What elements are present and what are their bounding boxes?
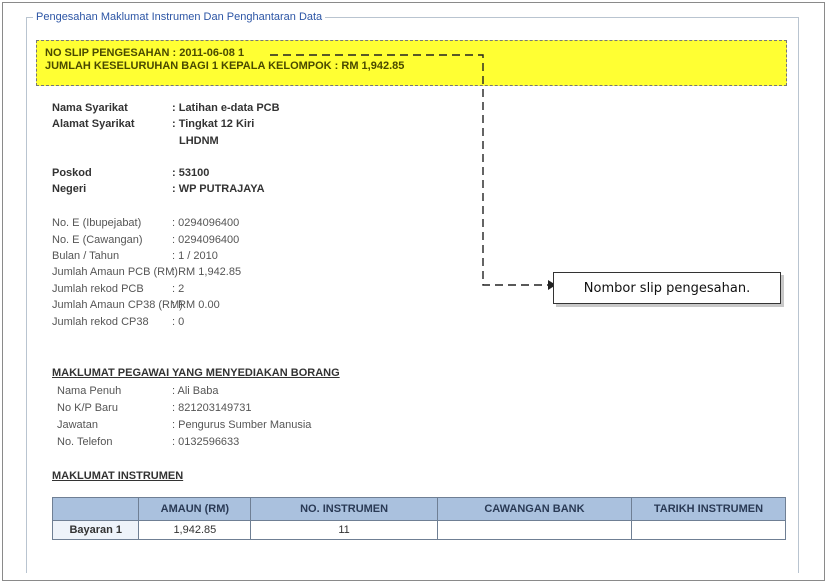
slip-number: NO SLIP PENGESAHAN : 2011-06-08 1: [45, 47, 245, 59]
instrument-table: AMAUN (RM) NO. INSTRUMEN CAWANGAN BANK T…: [51, 497, 787, 540]
slip-total: JUMLAH KESELURUHAN BAGI 1 KEPALA KELOMPO…: [45, 60, 405, 72]
table-cell: 11: [250, 520, 438, 540]
preparer-label: Jawatan: [57, 419, 98, 431]
state-label: Negeri: [52, 183, 87, 195]
company-address-value: : Tingkat 12 Kiri: [172, 118, 255, 130]
company-address-line2: LHDNM: [179, 135, 219, 147]
postcode-label: Poskod: [52, 167, 92, 179]
slip-summary-box: NO SLIP PENGESAHAN : 2011-06-08 1 JUMLAH…: [36, 40, 787, 86]
detail-label: No. E (Cawangan): [52, 234, 143, 246]
detail-value: : RM 1,942.85: [172, 266, 242, 278]
preparer-value: : 821203149731: [172, 402, 252, 414]
company-name-value: : Latihan e-data PCB: [172, 102, 280, 114]
table-cell: [436, 520, 632, 540]
section-legend: Pengesahan Maklumat Instrumen Dan Pengha…: [36, 11, 323, 23]
detail-label: Jumlah rekod CP38: [52, 316, 149, 328]
column-header: [51, 497, 140, 521]
column-header: NO. INSTRUMEN: [250, 497, 438, 521]
column-header: AMAUN (RM): [138, 497, 252, 521]
preparer-label: No. Telefon: [57, 436, 113, 448]
callout-text: Nombor slip pengesahan.: [583, 280, 751, 296]
detail-label: Jumlah Amaun CP38 (RM): [52, 299, 183, 311]
table-cell: 1,942.85: [138, 520, 252, 540]
detail-label: Bulan / Tahun: [52, 250, 120, 262]
detail-label: No. E (Ibupejabat): [52, 217, 142, 229]
preparer-section-title: MAKLUMAT PEGAWAI YANG MENYEDIAKAN BORANG: [52, 367, 340, 379]
preparer-value: : Pengurus Sumber Manusia: [172, 419, 312, 431]
table-cell: [630, 520, 787, 540]
instrument-table-header: AMAUN (RM) NO. INSTRUMEN CAWANGAN BANK T…: [51, 497, 787, 521]
detail-value: : 1 / 2010: [172, 250, 218, 262]
table-row: Bayaran 1 1,942.85 11: [51, 520, 787, 540]
preparer-label: Nama Penuh: [57, 385, 122, 397]
company-name-label: Nama Syarikat: [52, 102, 128, 114]
detail-label: Jumlah rekod PCB: [52, 283, 144, 295]
preparer-value: : Ali Baba: [172, 385, 219, 397]
detail-value: : RM 0.00: [172, 299, 220, 311]
detail-value: : 2: [172, 283, 185, 295]
instrument-section-title: MAKLUMAT INSTRUMEN: [52, 470, 184, 482]
detail-value: : 0: [172, 316, 185, 328]
column-header: CAWANGAN BANK: [436, 497, 632, 521]
detail-value: : 0294096400: [172, 217, 240, 229]
preparer-label: No K/P Baru: [57, 402, 118, 414]
detail-value: : 0294096400: [172, 234, 240, 246]
state-value: : WP PUTRAJAYA: [172, 183, 265, 195]
column-header: TARIKH INSTRUMEN: [630, 497, 787, 521]
company-address-label: Alamat Syarikat: [52, 118, 135, 130]
preparer-value: : 0132596633: [172, 436, 240, 448]
callout-box: Nombor slip pengesahan.: [553, 272, 781, 304]
postcode-value: : 53100: [172, 167, 210, 179]
table-cell: Bayaran 1: [51, 520, 140, 540]
detail-label: Jumlah Amaun PCB (RM): [52, 266, 178, 278]
